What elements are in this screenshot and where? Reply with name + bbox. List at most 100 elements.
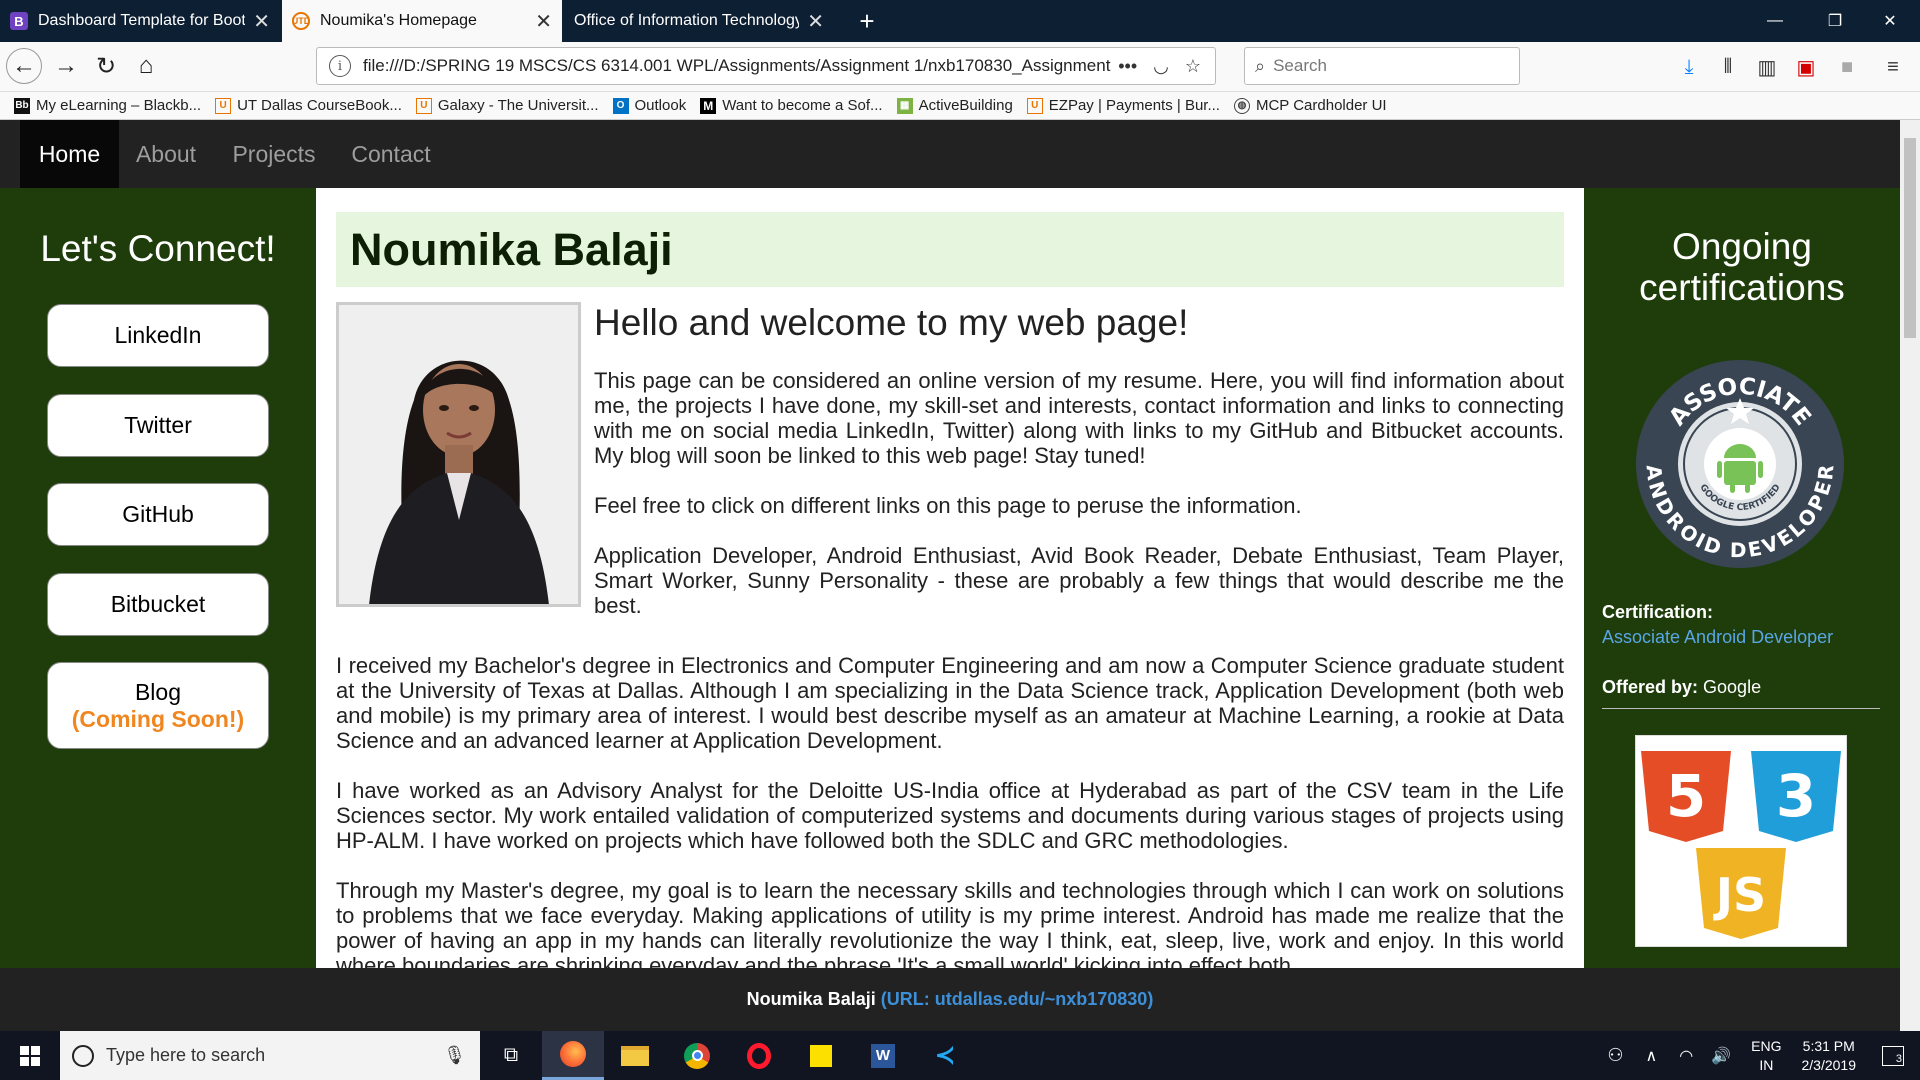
- taskbar-search-input[interactable]: Type here to search 🎙: [60, 1031, 480, 1080]
- windows-taskbar: Type here to search 🎙 ⧉ W ≺ ⚇ ∧ ◠ 🔊 ENG …: [0, 1031, 1920, 1080]
- bookmark-item[interactable]: ▦ ActiveBuilding: [896, 97, 1013, 114]
- sidebar-icon[interactable]: ▥: [1752, 52, 1782, 82]
- wifi-icon[interactable]: ◠: [1679, 1046, 1693, 1066]
- notification-icon[interactable]: 3: [1882, 1045, 1904, 1066]
- volume-icon[interactable]: 🔊: [1711, 1046, 1731, 1066]
- word-icon[interactable]: W: [852, 1031, 914, 1080]
- intro-paragraph: Feel free to click on different links on…: [594, 493, 1302, 518]
- outlook-icon: O: [612, 97, 629, 114]
- url-text[interactable]: file:///D:/SPRING 19 MSCS/CS 6314.001 WP…: [363, 56, 1118, 76]
- cortana-icon: [72, 1044, 94, 1067]
- windows-start-icon[interactable]: [0, 1031, 60, 1080]
- opera-icon[interactable]: [728, 1031, 790, 1080]
- person-portrait: [339, 305, 578, 604]
- nav-home[interactable]: Home: [20, 120, 119, 188]
- close-window-icon[interactable]: ✕: [1860, 0, 1920, 42]
- bookmark-item[interactable]: M Want to become a Sof...: [700, 97, 883, 114]
- browser-tab-bar: B Dashboard Template for Bootstr ✕ UTD N…: [0, 0, 1920, 42]
- css3-icon: 3: [1751, 751, 1841, 842]
- extension-icon[interactable]: ▣: [1791, 52, 1821, 82]
- tab-title: Dashboard Template for Bootstr: [38, 12, 246, 29]
- task-view-icon[interactable]: ⧉: [480, 1031, 542, 1080]
- profile-photo: [336, 302, 581, 607]
- new-tab-icon[interactable]: +: [852, 0, 882, 42]
- linkedin-button[interactable]: LinkedIn: [47, 304, 269, 367]
- site-footer: Noumika Balaji (URL: utdallas.edu/~nxb17…: [0, 968, 1900, 1031]
- microphone-icon[interactable]: 🎙: [443, 1045, 466, 1066]
- bookmark-item[interactable]: Bb My eLearning – Blackb...: [14, 97, 201, 114]
- extension-k-icon[interactable]: ■: [1832, 52, 1862, 82]
- reload-icon[interactable]: ↻: [88, 48, 124, 84]
- close-icon[interactable]: ✕: [535, 9, 552, 34]
- nav-projects[interactable]: Projects: [213, 120, 335, 188]
- footer-name: Noumika Balaji: [746, 989, 876, 1009]
- certifications-heading: Ongoing certifications: [1639, 226, 1845, 308]
- about-paragraph: I have worked as an Advisory Analyst for…: [336, 778, 1564, 853]
- back-icon[interactable]: ←: [6, 48, 42, 84]
- search-input[interactable]: ⌕ Search: [1244, 47, 1520, 85]
- library-icon[interactable]: ⫴: [1713, 52, 1743, 82]
- nav-about[interactable]: About: [119, 120, 213, 188]
- name-banner: Noumika Balaji: [336, 212, 1564, 287]
- people-icon[interactable]: ⚇: [1607, 1045, 1623, 1066]
- restore-icon[interactable]: ❐: [1805, 0, 1865, 42]
- file-explorer-icon[interactable]: [604, 1031, 666, 1080]
- address-bar[interactable]: i file:///D:/SPRING 19 MSCS/CS 6314.001 …: [316, 47, 1216, 85]
- close-icon[interactable]: ✕: [807, 9, 824, 34]
- bookmark-item[interactable]: O Outlook: [612, 97, 686, 114]
- footer-url[interactable]: (URL: utdallas.edu/~nxb170830): [881, 989, 1154, 1010]
- bookmark-item[interactable]: U UT Dallas CourseBook...: [215, 97, 402, 114]
- blog-coming-soon: (Coming Soon!): [71, 705, 245, 732]
- language-indicator[interactable]: ENG IN: [1751, 1037, 1781, 1075]
- bitbucket-button[interactable]: Bitbucket: [47, 573, 269, 636]
- utd-icon: U: [415, 97, 432, 114]
- vscode-icon[interactable]: ≺: [914, 1031, 976, 1080]
- forward-icon[interactable]: →: [48, 48, 84, 84]
- tab-oit[interactable]: Office of Information Technology | ✕: [564, 0, 834, 42]
- download-icon[interactable]: ⤓: [1674, 52, 1704, 82]
- globe-icon: ◍: [1233, 97, 1250, 114]
- page-scrollbar[interactable]: [1900, 120, 1920, 1031]
- blog-button[interactable]: Blog (Coming Soon!): [47, 662, 269, 749]
- bookmark-item[interactable]: ◍ MCP Cardholder UI: [1233, 97, 1387, 114]
- menu-icon[interactable]: ≡: [1878, 52, 1908, 82]
- bookmark-star-icon[interactable]: ☆: [1185, 56, 1201, 77]
- scroll-thumb[interactable]: [1904, 138, 1916, 338]
- browser-toolbar: ← → ↻ ⌂ i file:///D:/SPRING 19 MSCS/CS 6…: [0, 42, 1920, 92]
- main-content: Noumika Balaji Hello and welcome to my w…: [316, 188, 1584, 968]
- bootstrap-icon: B: [10, 12, 28, 30]
- connect-heading: Let's Connect!: [40, 228, 276, 269]
- twitter-button[interactable]: Twitter: [47, 394, 269, 457]
- tab-title: Noumika's Homepage: [320, 12, 477, 29]
- search-icon: ⌕: [1255, 55, 1266, 76]
- clock[interactable]: 5:31 PM 2/3/2019: [1802, 1037, 1857, 1075]
- chrome-icon[interactable]: [666, 1031, 728, 1080]
- certifications-sidebar: Ongoing certifications ASSOCIATE ANDROID…: [1584, 188, 1900, 968]
- intro-paragraph: This page can be considered an online ve…: [594, 368, 1564, 468]
- tab-dashboard[interactable]: B Dashboard Template for Bootstr ✕: [0, 0, 280, 42]
- chevron-up-icon[interactable]: ∧: [1646, 1046, 1658, 1066]
- page-actions-icon[interactable]: •••: [1118, 56, 1137, 77]
- certification-link[interactable]: Associate Android Developer: [1602, 627, 1833, 648]
- tab-homepage[interactable]: UTD Noumika's Homepage ✕: [282, 0, 562, 42]
- info-icon[interactable]: i: [329, 55, 351, 77]
- tab-title: Office of Information Technology |: [574, 12, 800, 29]
- about-paragraph: Through my Master's degree, my goal is t…: [336, 878, 1564, 968]
- site-navbar: Home About Projects Contact: [0, 120, 1900, 188]
- pocket-icon[interactable]: ◡: [1153, 56, 1169, 77]
- github-button[interactable]: GitHub: [47, 483, 269, 546]
- offered-by: Offered by: Google: [1602, 677, 1762, 697]
- sticky-notes-icon[interactable]: [790, 1031, 852, 1080]
- connect-sidebar: Let's Connect! LinkedIn Twitter GitHub B…: [0, 188, 316, 968]
- bookmark-item[interactable]: U Galaxy - The Universit...: [415, 97, 599, 114]
- html5-icon: 5: [1641, 751, 1731, 842]
- minimize-icon[interactable]: —: [1745, 0, 1805, 42]
- system-tray: ⚇ ∧ ◠ 🔊 ENG IN 5:31 PM 2/3/2019 3: [1607, 1031, 1920, 1080]
- firefox-icon[interactable]: [542, 1031, 604, 1080]
- nav-contact[interactable]: Contact: [335, 120, 447, 188]
- home-icon[interactable]: ⌂: [128, 48, 164, 84]
- about-paragraph: I received my Bachelor's degree in Elect…: [336, 653, 1564, 753]
- utd-icon: UTD: [292, 12, 310, 30]
- close-icon[interactable]: ✕: [253, 9, 270, 34]
- bookmark-item[interactable]: U EZPay | Payments | Bur...: [1026, 97, 1220, 114]
